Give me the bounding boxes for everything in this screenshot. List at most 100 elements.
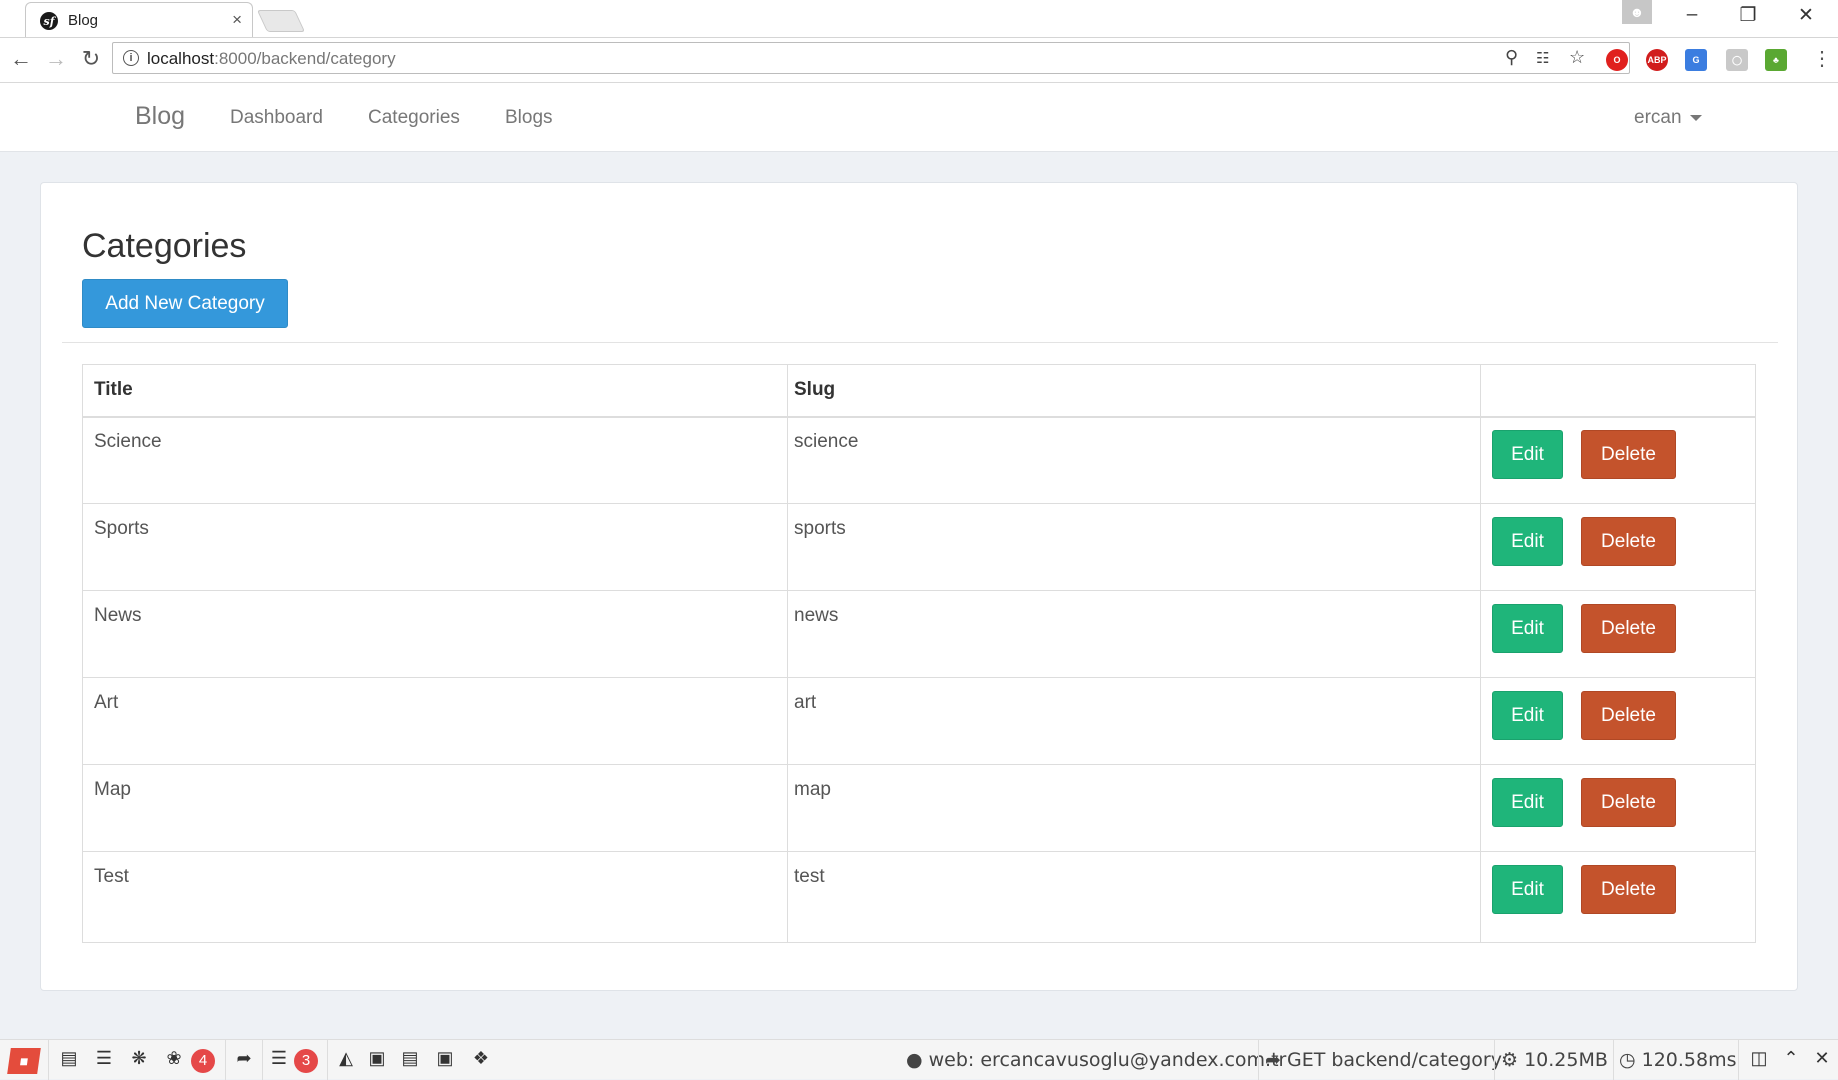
toolbar-separator xyxy=(48,1040,49,1080)
toolbar-separator xyxy=(225,1040,226,1080)
toolbar-separator xyxy=(1258,1040,1259,1080)
row-divider xyxy=(83,503,1755,504)
restore-icon[interactable]: ❐ xyxy=(1733,4,1763,27)
tab-close-icon[interactable]: × xyxy=(232,10,242,30)
page-title: Categories xyxy=(82,227,247,265)
cell-title: Art xyxy=(94,692,119,713)
debug-memory[interactable]: ⚙ 10.25MB xyxy=(1501,1049,1608,1071)
chevron-up-icon[interactable]: ⌃ xyxy=(1777,1048,1805,1069)
request-panel-icon[interactable]: ▤ xyxy=(55,1048,83,1069)
forward-icon[interactable]: → xyxy=(43,46,69,72)
cell-slug: map xyxy=(794,779,831,800)
url-host: localhost xyxy=(147,49,215,68)
mailer-inbox-icon[interactable]: ◭ xyxy=(332,1048,360,1069)
debug-time-text: 120.58ms xyxy=(1641,1049,1737,1071)
doctrine-leaf-icon[interactable]: ❀ xyxy=(160,1048,188,1069)
close-window-icon[interactable]: ✕ xyxy=(1791,4,1821,27)
cell-title: Map xyxy=(94,779,131,800)
cell-title: News xyxy=(94,605,142,626)
url-path: :8000/backend/category xyxy=(214,49,396,68)
cell-slug: news xyxy=(794,605,839,626)
doctrine-count-badge: 4 xyxy=(191,1049,215,1073)
translation-tags-icon[interactable]: ❖ xyxy=(467,1048,495,1069)
site-info-icon[interactable]: i xyxy=(123,50,139,66)
adblock-extension-icon[interactable]: ABP xyxy=(1646,49,1668,71)
debug-memory-text: 10.25MB xyxy=(1524,1049,1608,1071)
tab-title: Blog xyxy=(68,12,99,29)
row-divider xyxy=(83,590,1755,591)
cell-slug: sports xyxy=(794,518,846,539)
delete-button[interactable]: Delete xyxy=(1581,865,1676,914)
toolbar-separator xyxy=(1613,1040,1614,1080)
debug-request-text: GET backend/category xyxy=(1286,1049,1502,1071)
caret-down-icon xyxy=(1689,114,1702,121)
brand-link[interactable]: Blog xyxy=(135,102,185,131)
leaf-extension-icon[interactable]: ♣ xyxy=(1765,49,1787,71)
minimize-icon[interactable]: – xyxy=(1677,4,1707,26)
cache-archive-icon[interactable]: ▣ xyxy=(431,1048,459,1069)
delete-button[interactable]: Delete xyxy=(1581,778,1676,827)
symfony-favicon-icon: sf xyxy=(40,12,58,30)
google-translate-extension-icon[interactable]: G xyxy=(1685,49,1707,71)
window-panel-icon[interactable]: ▤ xyxy=(396,1048,424,1069)
browser-tabstrip: sf Blog × ☻ – ❐ ✕ xyxy=(0,0,1838,38)
toolbar-separator xyxy=(1738,1040,1739,1080)
add-new-category-button[interactable]: Add New Category xyxy=(82,279,288,328)
profile-icon[interactable]: ☻ xyxy=(1622,0,1652,24)
browser-toolbar: ← → ↻ i localhost:8000/backend/category … xyxy=(0,38,1838,83)
app-navbar: Blog Dashboard Categories Blogs ercan xyxy=(0,83,1838,152)
nav-blogs[interactable]: Blogs xyxy=(505,107,553,129)
close-toolbar-icon[interactable]: ✕ xyxy=(1808,1048,1836,1069)
edit-button[interactable]: Edit xyxy=(1492,604,1563,653)
edit-button[interactable]: Edit xyxy=(1492,691,1563,740)
bookmark-star-icon[interactable]: ☆ xyxy=(1569,47,1585,68)
new-tab-button[interactable] xyxy=(256,10,306,32)
delete-button[interactable]: Delete xyxy=(1581,430,1676,479)
cell-title: Science xyxy=(94,431,162,452)
row-divider xyxy=(83,851,1755,852)
browser-tab-blog[interactable]: sf Blog × xyxy=(25,2,253,37)
symfony-logo-icon[interactable]: ■ xyxy=(7,1048,41,1074)
database-icon[interactable]: ☰ xyxy=(265,1048,293,1069)
edit-button[interactable]: Edit xyxy=(1492,778,1563,827)
cell-title: Test xyxy=(94,866,129,887)
address-bar[interactable]: i localhost:8000/backend/category ⚲ ☷ ☆ xyxy=(112,42,1630,74)
edit-button[interactable]: Edit xyxy=(1492,865,1563,914)
edit-button[interactable]: Edit xyxy=(1492,517,1563,566)
reload-icon[interactable]: ↻ xyxy=(78,46,104,72)
debug-user[interactable]: ● web: ercancavusoglu@yandex.com.tr xyxy=(906,1049,1286,1071)
debug-request[interactable]: ➦ GET backend/category xyxy=(1265,1049,1502,1071)
cell-slug: test xyxy=(794,866,825,887)
translate-icon[interactable]: ☷ xyxy=(1536,49,1549,67)
opera-extension-icon[interactable]: O xyxy=(1606,49,1628,71)
security-lock-icon[interactable]: ▣ xyxy=(363,1048,391,1069)
user-dropdown[interactable]: ercan xyxy=(1634,107,1702,129)
cell-slug: science xyxy=(794,431,859,452)
debug-user-text: web: ercancavusoglu@yandex.com.tr xyxy=(928,1049,1287,1071)
delete-button[interactable]: Delete xyxy=(1581,604,1676,653)
row-divider xyxy=(83,677,1755,678)
browser-menu-icon[interactable]: ⋮ xyxy=(1812,46,1832,71)
nav-categories[interactable]: Categories xyxy=(368,107,460,129)
zoom-icon[interactable]: ⚲ xyxy=(1505,47,1518,68)
shield-extension-icon[interactable]: ◯ xyxy=(1726,49,1748,71)
folder-open-icon[interactable]: ◫ xyxy=(1745,1048,1773,1069)
column-divider xyxy=(787,365,788,942)
debug-time[interactable]: ◷ 120.58ms xyxy=(1619,1049,1737,1071)
db-queries-badge: 3 xyxy=(294,1049,318,1073)
delete-button[interactable]: Delete xyxy=(1581,691,1676,740)
redirect-arrow-icon[interactable]: ➦ xyxy=(230,1048,258,1069)
url-text: localhost:8000/backend/category xyxy=(147,49,396,69)
back-icon[interactable]: ← xyxy=(8,46,34,72)
column-header-title: Title xyxy=(94,379,133,400)
edit-button[interactable]: Edit xyxy=(1492,430,1563,479)
column-divider xyxy=(1480,365,1481,942)
cell-title: Sports xyxy=(94,518,149,539)
delete-button[interactable]: Delete xyxy=(1581,517,1676,566)
forms-panel-icon[interactable]: ☰ xyxy=(90,1048,118,1069)
row-divider xyxy=(83,764,1755,765)
content-panel: Categories Add New Category Title Slug S… xyxy=(40,182,1798,991)
debug-bug-icon[interactable]: ❋ xyxy=(125,1048,153,1069)
symfony-debug-toolbar: ■ ▤ ☰ ❋ ❀ 4 ➦ ☰ 3 ◭ ▣ ▤ ▣ ❖ ● web: ercan… xyxy=(0,1039,1838,1080)
nav-dashboard[interactable]: Dashboard xyxy=(230,107,323,129)
